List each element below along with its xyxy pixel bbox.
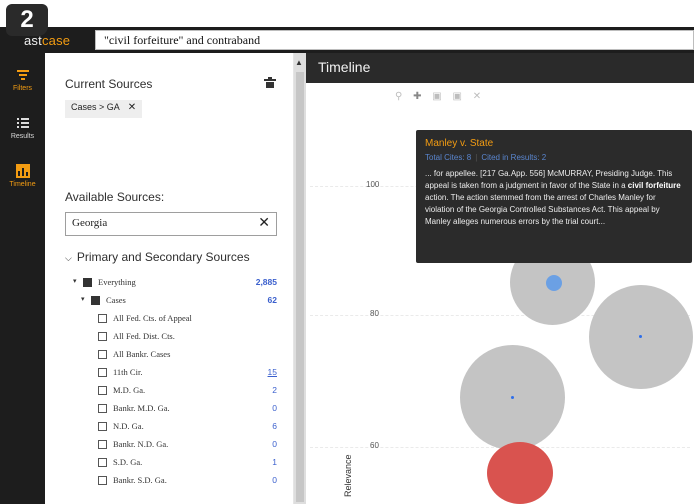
- row-label: All Bankr. Cases: [113, 349, 171, 359]
- tree-row-fed-appeal[interactable]: All Fed. Cts. of Appeal: [45, 310, 294, 328]
- checkbox[interactable]: [98, 476, 107, 485]
- row-count: 0: [272, 403, 277, 413]
- row-count: 2,885: [255, 277, 277, 287]
- tree-row-cases[interactable]: ▾ Cases 62: [45, 292, 294, 310]
- checkbox[interactable]: [98, 404, 107, 413]
- bubble-center-dot: [639, 335, 642, 338]
- source-search-field[interactable]: Georgia ✕: [65, 212, 277, 236]
- checkbox[interactable]: [98, 350, 107, 359]
- case-tooltip: Manley v. State Total Cites: 8 | Cited in …: [416, 130, 692, 263]
- checkbox[interactable]: [98, 314, 107, 323]
- row-label: Bankr. M.D. Ga.: [113, 403, 170, 413]
- row-count: 62: [267, 295, 277, 305]
- row-count: 2: [272, 385, 277, 395]
- row-label: 11th Cir.: [113, 367, 143, 377]
- timeline-icon: [15, 164, 30, 178]
- case-bubble[interactable]: [589, 285, 693, 389]
- reset-icon[interactable]: ✕: [473, 91, 481, 102]
- case-bubble-highlighted[interactable]: [487, 442, 553, 504]
- zoom-in-icon[interactable]: ▣: [432, 91, 441, 102]
- row-count: 6: [272, 421, 277, 431]
- cited-in-results: Cited in Results: 2: [481, 153, 547, 162]
- row-label: Bankr. N.D. Ga.: [113, 439, 169, 449]
- row-label: N.D. Ga.: [113, 421, 144, 431]
- checkbox[interactable]: [91, 296, 100, 305]
- timeline-header: Timeline: [306, 53, 694, 83]
- sources-panel: Current Sources Cases > GA ✕ Available So…: [45, 53, 294, 504]
- clear-search-icon[interactable]: ✕: [258, 215, 270, 232]
- step-number-badge: 2: [6, 4, 48, 36]
- rail-label-timeline: Timeline: [9, 181, 36, 188]
- collapse-icon[interactable]: ▾: [81, 295, 85, 303]
- selected-marker: [546, 275, 562, 291]
- rail-label-results: Results: [10, 133, 35, 140]
- remove-chip-icon[interactable]: ✕: [128, 102, 136, 113]
- tree-row-11th-cir[interactable]: 11th Cir. 15: [45, 364, 294, 382]
- panel-scroll-thumb[interactable]: [296, 72, 304, 502]
- row-count: 0: [272, 439, 277, 449]
- checkbox[interactable]: [98, 332, 107, 341]
- row-label: S.D. Ga.: [113, 457, 143, 467]
- source-search-value: Georgia: [72, 217, 108, 229]
- meta-divider: |: [475, 153, 478, 162]
- case-bubble[interactable]: [460, 345, 565, 450]
- tooltip-meta: Total Cites: 8 | Cited in Results: 2: [425, 152, 683, 164]
- y-tick-80: 80: [370, 309, 379, 318]
- y-tick-60: 60: [370, 441, 379, 450]
- left-rail: Filters Results Timeline: [0, 53, 45, 504]
- row-count: 1: [272, 457, 277, 467]
- search-input[interactable]: "civil forfeiture" and contraband: [95, 30, 694, 50]
- row-label: Cases: [106, 295, 126, 305]
- tooltip-excerpt: ... for appellee. [217 Ga.App. 556] McMU…: [425, 169, 681, 226]
- row-label: Bankr. S.D. Ga.: [113, 475, 167, 485]
- checkbox[interactable]: [98, 386, 107, 395]
- tree-row-everything[interactable]: ▾ Everything 2,885: [45, 274, 294, 292]
- tree-row-bankr-sd-ga[interactable]: Bankr. S.D. Ga. 0: [45, 472, 294, 490]
- y-tick-100: 100: [366, 180, 380, 189]
- rail-item-timeline[interactable]: Timeline: [0, 157, 45, 202]
- checkbox[interactable]: [98, 458, 107, 467]
- tree-row-bankr-nd-ga[interactable]: Bankr. N.D. Ga. 0: [45, 436, 294, 454]
- scroll-up-icon[interactable]: ▲: [295, 58, 303, 67]
- checkbox[interactable]: [98, 440, 107, 449]
- tree-header[interactable]: ⌵ Primary and Secondary Sources: [65, 250, 250, 264]
- tree-row-nd-ga[interactable]: N.D. Ga. 6: [45, 418, 294, 436]
- y-axis-label: Relevance: [343, 454, 403, 497]
- chart-toolbar: ⚲ ✚ ▣ ▣ ✕: [395, 91, 490, 105]
- total-cites: Total Cites: 8: [425, 153, 472, 162]
- rail-item-results[interactable]: Results: [0, 109, 45, 154]
- row-count: 0: [272, 475, 277, 485]
- row-label: All Fed. Dist. Cts.: [113, 331, 175, 341]
- tooltip-title[interactable]: Manley v. State: [425, 138, 683, 150]
- pan-icon[interactable]: ✚: [413, 91, 421, 102]
- current-source-chip[interactable]: Cases > GA ✕: [65, 100, 143, 118]
- chip-label: Cases > GA: [71, 102, 120, 112]
- checkbox[interactable]: [98, 368, 107, 377]
- timeline-title: Timeline: [318, 59, 371, 75]
- checkbox[interactable]: [83, 278, 92, 287]
- zoom-icon[interactable]: ⚲: [395, 91, 402, 102]
- zoom-out-icon[interactable]: ▣: [453, 91, 462, 102]
- checkbox[interactable]: [98, 422, 107, 431]
- row-label: All Fed. Cts. of Appeal: [113, 313, 192, 323]
- row-label: M.D. Ga.: [113, 385, 146, 395]
- list-icon: [16, 118, 29, 128]
- filter-icon: [16, 70, 29, 80]
- current-sources-title: Current Sources: [65, 77, 153, 91]
- row-label: Everything: [98, 277, 136, 287]
- available-sources-title: Available Sources:: [65, 190, 165, 204]
- bubble-center-dot: [511, 396, 514, 399]
- tree-row-sd-ga[interactable]: S.D. Ga. 1: [45, 454, 294, 472]
- collapse-icon[interactable]: ▾: [73, 277, 77, 285]
- chevron-down-icon: ⌵: [65, 253, 72, 263]
- rail-label-filters: Filters: [12, 85, 33, 92]
- clear-sources-icon[interactable]: [263, 77, 277, 89]
- row-count[interactable]: 15: [268, 367, 277, 377]
- tree-row-md-ga[interactable]: M.D. Ga. 2: [45, 382, 294, 400]
- top-bar: astcase "civil forfeiture" and contraban…: [0, 27, 694, 53]
- tree-row-fed-dist[interactable]: All Fed. Dist. Cts.: [45, 328, 294, 346]
- rail-item-filters[interactable]: Filters: [0, 61, 45, 106]
- tree-row-bankr-md-ga[interactable]: Bankr. M.D. Ga. 0: [45, 400, 294, 418]
- tree-row-bankr[interactable]: All Bankr. Cases: [45, 346, 294, 364]
